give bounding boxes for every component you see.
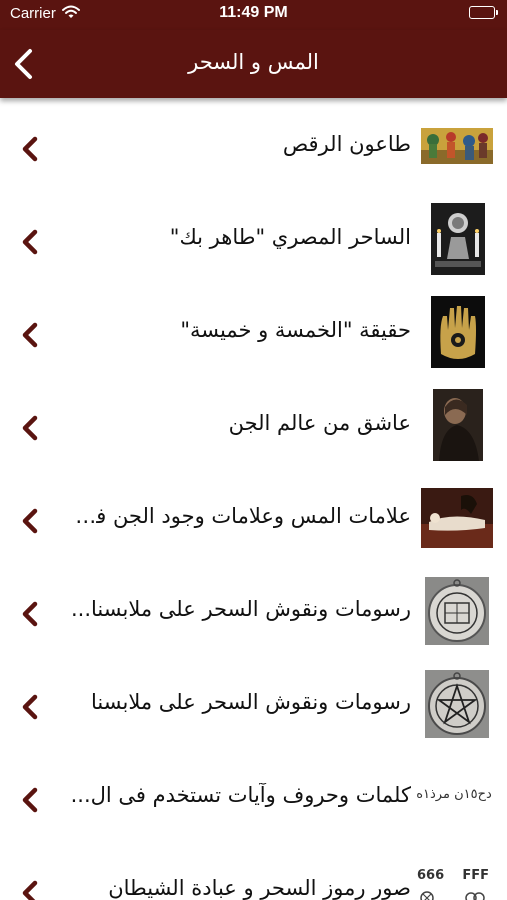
list-item[interactable]: عاشق من عالم الجن	[0, 381, 507, 474]
chevron-left-icon	[22, 415, 38, 441]
list-item-label: الساحر المصري "طاهر بك"	[169, 225, 411, 249]
back-button[interactable]	[10, 47, 40, 81]
occult-symbol-icon	[420, 891, 485, 900]
chevron-left-icon	[22, 229, 38, 255]
chevron-left-icon	[22, 787, 38, 813]
sorcerer-candles-thumb	[431, 203, 485, 275]
occult-symbols-thumb: 666 FFF	[413, 868, 493, 900]
chevron-left-icon	[22, 508, 38, 534]
hamsa-hand-thumb	[431, 296, 485, 368]
list-item-label: رسومات ونقوش السحر على ملابسنا...	[70, 597, 411, 621]
occult-symbol-text: FFF	[462, 868, 489, 883]
occult-symbol-text: 666	[417, 868, 445, 883]
status-time: 11:49 PM	[219, 4, 288, 21]
chevron-left-icon	[22, 694, 38, 720]
list-item-label: عاشق من عالم الجن	[228, 411, 411, 435]
nightmare-painting-thumb	[421, 488, 493, 548]
battery-icon	[469, 6, 498, 19]
list-item[interactable]: رسومات ونقوش السحر على ملابسنا...	[0, 567, 507, 660]
list-item[interactable]: حقيقة "الخمسة و خميسة"	[0, 288, 507, 381]
dance-painting-thumb	[421, 128, 493, 164]
list-item[interactable]: طاعون الرقص	[0, 102, 507, 195]
list-item[interactable]: الساحر المصري "طاهر بك"	[0, 195, 507, 288]
talisman-pendant-thumb	[425, 577, 489, 645]
list-item-label: صور رموز السحر و عبادة الشيطان	[108, 876, 411, 900]
chevron-left-icon	[22, 322, 38, 348]
status-bar: Carrier 11:49 PM	[0, 0, 507, 30]
chevron-left-icon	[22, 136, 38, 162]
list-item[interactable]: رسومات ونقوش السحر على ملابسنا	[0, 660, 507, 753]
chevron-left-icon	[22, 601, 38, 627]
list-item[interactable]: كلمات وحروف وآيات تستخدم فى ال... دح١٥ن …	[0, 753, 507, 846]
chevron-left-icon	[22, 880, 38, 900]
list-item[interactable]: علامات المس وعلامات وجود الجن فى...	[0, 474, 507, 567]
list-item-label: كلمات وحروف وآيات تستخدم فى ال...	[70, 783, 411, 807]
list-item-label: حقيقة "الخمسة و خميسة"	[180, 318, 411, 342]
list-item-label: رسومات ونقوش السحر على ملابسنا	[91, 690, 411, 714]
topics-list: طاعون الرقص الساحر المصري "طاهر بك" حقيق…	[0, 98, 507, 900]
arabic-script-thumb: دح١٥ن مرذ١ه	[416, 787, 492, 802]
dark-figure-thumb	[433, 389, 483, 461]
page-title: المس و السحر	[188, 50, 319, 74]
pentagram-pendant-thumb	[425, 670, 489, 738]
navigation-bar: المس و السحر	[0, 30, 507, 98]
list-item[interactable]: صور رموز السحر و عبادة الشيطان 666 FFF	[0, 846, 507, 900]
list-item-label: طاعون الرقص	[282, 132, 411, 156]
list-item-label: علامات المس وعلامات وجود الجن فى...	[60, 504, 411, 528]
chevron-left-icon	[15, 49, 32, 79]
